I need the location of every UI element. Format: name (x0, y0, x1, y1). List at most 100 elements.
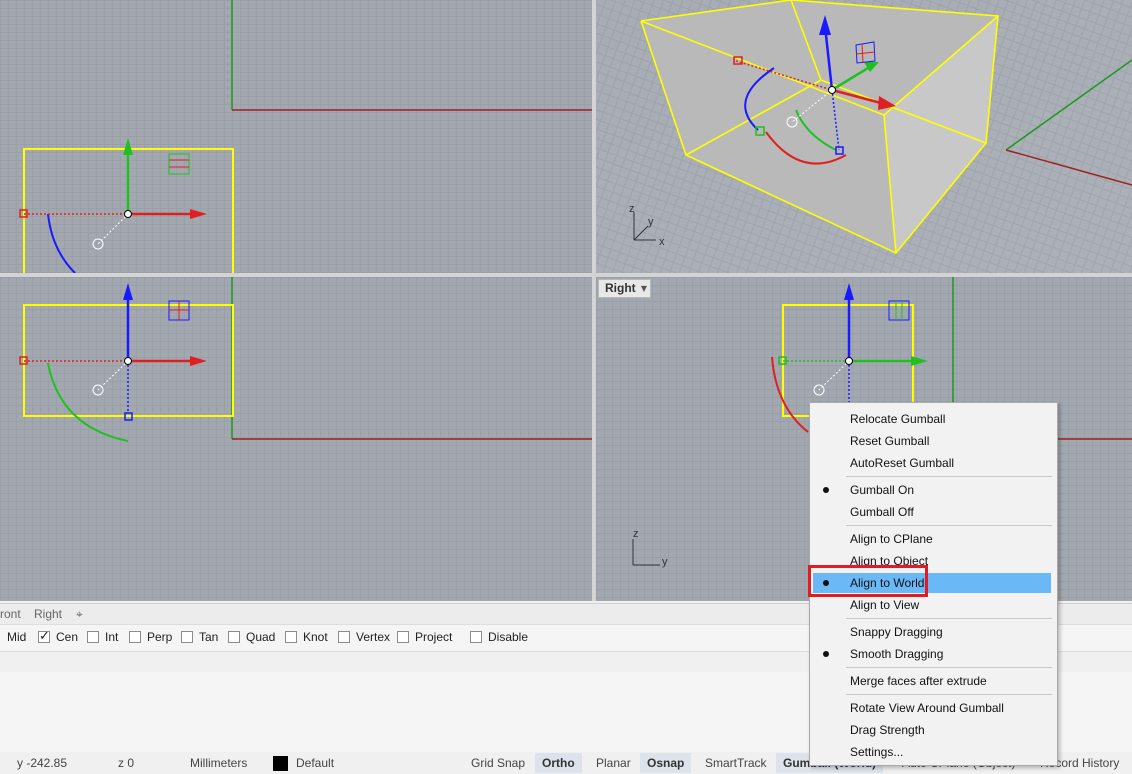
osnap-label: Tan (199, 630, 219, 644)
viewport-top[interactable] (0, 0, 592, 273)
osnap-project[interactable]: Project (397, 630, 452, 644)
axis-z-label: z (633, 528, 639, 540)
osnap-disable[interactable]: Disable (470, 630, 528, 644)
menu-item-merge-faces[interactable]: Merge faces after extrude (813, 671, 1051, 691)
tab-front[interactable]: ront (0, 607, 21, 621)
osnap-label: Vertex (356, 630, 391, 644)
osnap-label: Int (105, 630, 119, 644)
menu-item-label: Smooth Dragging (850, 647, 944, 661)
menu-item-reset-gumball[interactable]: Reset Gumball (813, 431, 1051, 451)
menu-item-settings[interactable]: Settings... (813, 742, 1051, 762)
gumball-y-arrow[interactable] (911, 356, 928, 366)
gumball-z-arrow[interactable] (123, 283, 133, 300)
menu-separator (846, 618, 1052, 619)
menu-item-gumball-on[interactable]: Gumball On (813, 480, 1051, 500)
axis-y-label: y (648, 216, 654, 228)
menu-item-align-to-cplane[interactable]: Align to CPlane (813, 529, 1051, 549)
planar-toggle[interactable]: Planar (589, 753, 638, 773)
osnap-mid[interactable]: Mid (7, 630, 26, 644)
radio-bullet-icon (823, 487, 829, 493)
tab-right[interactable]: Right (34, 607, 62, 621)
status-units[interactable]: Millimeters (190, 756, 247, 770)
gumball-rotate-arc-x[interactable] (771, 356, 809, 433)
osnap-checkbox[interactable] (181, 631, 193, 643)
osnap-cen[interactable]: Cen (38, 628, 79, 644)
menu-item-rotate-view-around-gumball[interactable]: Rotate View Around Gumball (813, 698, 1051, 718)
osnap-label: Knot (303, 630, 328, 644)
radio-bullet-icon (823, 651, 829, 657)
grid-snap-toggle[interactable]: Grid Snap (464, 753, 532, 773)
menu-separator (846, 525, 1052, 526)
osnap-checkbox[interactable] (87, 631, 99, 643)
gumball-center[interactable] (124, 210, 132, 218)
osnap-label: Mid (7, 630, 27, 644)
osnap-label: Cen (56, 630, 79, 644)
gumball-center[interactable] (845, 357, 853, 365)
osnap-quad[interactable]: Quad (228, 630, 275, 644)
layer-color-swatch[interactable] (273, 756, 288, 771)
world-y-axis-line (1005, 59, 1132, 151)
status-layer[interactable]: Default (296, 756, 334, 770)
osnap-label: Disable (488, 630, 529, 644)
osnap-tan[interactable]: Tan (181, 630, 218, 644)
gumball-x-arrow[interactable] (190, 356, 207, 366)
viewport-menu-dropdown-icon[interactable]: ▼ (638, 279, 651, 298)
menu-item-label: Gumball On (850, 483, 915, 497)
osnap-int[interactable]: Int (87, 630, 118, 644)
axis-z-label: z (629, 203, 635, 215)
viewport-top-canvas (19, 0, 592, 273)
smarttrack-toggle[interactable]: SmartTrack (698, 753, 774, 773)
menu-item-snappy-dragging[interactable]: Snappy Dragging (813, 622, 1051, 642)
osnap-label: Quad (246, 630, 276, 644)
osnap-checkbox[interactable] (129, 631, 141, 643)
viewport-perspective[interactable]: z y x (596, 0, 1132, 273)
gumball-center[interactable] (124, 357, 132, 365)
viewport-divider-vertical[interactable] (592, 0, 596, 601)
osnap-checkbox[interactable] (338, 631, 350, 643)
osnap-toggle[interactable]: Osnap (640, 753, 692, 773)
gumball-rotate-arc-y[interactable] (47, 362, 129, 442)
menu-item-drag-strength[interactable]: Drag Strength (813, 720, 1051, 740)
gumball-y-arrow[interactable] (123, 138, 133, 155)
gumball-plane-handle[interactable] (168, 300, 190, 321)
gumball-plane-handle[interactable] (888, 300, 910, 321)
gumball-rotate-arc-z[interactable] (47, 213, 76, 273)
axis-x-label: x (659, 236, 665, 248)
menu-item-gumball-off[interactable]: Gumball Off (813, 502, 1051, 522)
add-tab-icon[interactable]: ⌖ (76, 607, 83, 622)
viewport-perspective-canvas: z y x (629, 0, 1132, 254)
osnap-perp[interactable]: Perp (129, 630, 172, 644)
status-z-coordinate: z 0 (118, 756, 135, 770)
gumball-x-arrow[interactable] (190, 209, 207, 219)
menu-separator (846, 694, 1052, 695)
gumball-center[interactable] (828, 86, 836, 94)
osnap-checkbox[interactable] (228, 631, 240, 643)
menu-separator (846, 667, 1052, 668)
osnap-knot[interactable]: Knot (285, 630, 328, 644)
viewport-front[interactable] (0, 277, 592, 601)
menu-item-smooth-dragging[interactable]: Smooth Dragging (813, 644, 1051, 664)
annotation-highlight-box (808, 565, 928, 597)
menu-item-autoreset-gumball[interactable]: AutoReset Gumball (813, 453, 1051, 473)
menu-separator (846, 476, 1052, 477)
ortho-toggle[interactable]: Ortho (535, 753, 582, 773)
axis-y-label: y (662, 556, 668, 568)
osnap-checkbox[interactable] (38, 628, 50, 644)
viewport-divider-horizontal[interactable] (0, 273, 1132, 277)
axis-triad-right (632, 539, 660, 566)
osnap-checkbox[interactable] (470, 631, 482, 643)
osnap-checkbox[interactable] (285, 631, 297, 643)
menu-item-relocate-gumball[interactable]: Relocate Gumball (813, 409, 1051, 429)
osnap-label: Project (415, 630, 453, 644)
gumball-plane-handle[interactable] (168, 153, 190, 175)
viewport-front-canvas (19, 277, 592, 442)
menu-item-align-to-view[interactable]: Align to View (813, 595, 1051, 615)
status-y-coordinate: y -242.85 (17, 756, 68, 770)
gumball-menu-leader (818, 360, 850, 391)
gumball-menu-leader (97, 213, 129, 245)
gumball-z-arrow[interactable] (844, 283, 854, 300)
gumball-menu-leader (97, 360, 129, 391)
osnap-checkbox[interactable] (397, 631, 409, 643)
osnap-vertex[interactable]: Vertex (338, 630, 390, 644)
viewport-right-title[interactable]: Right (598, 279, 643, 298)
